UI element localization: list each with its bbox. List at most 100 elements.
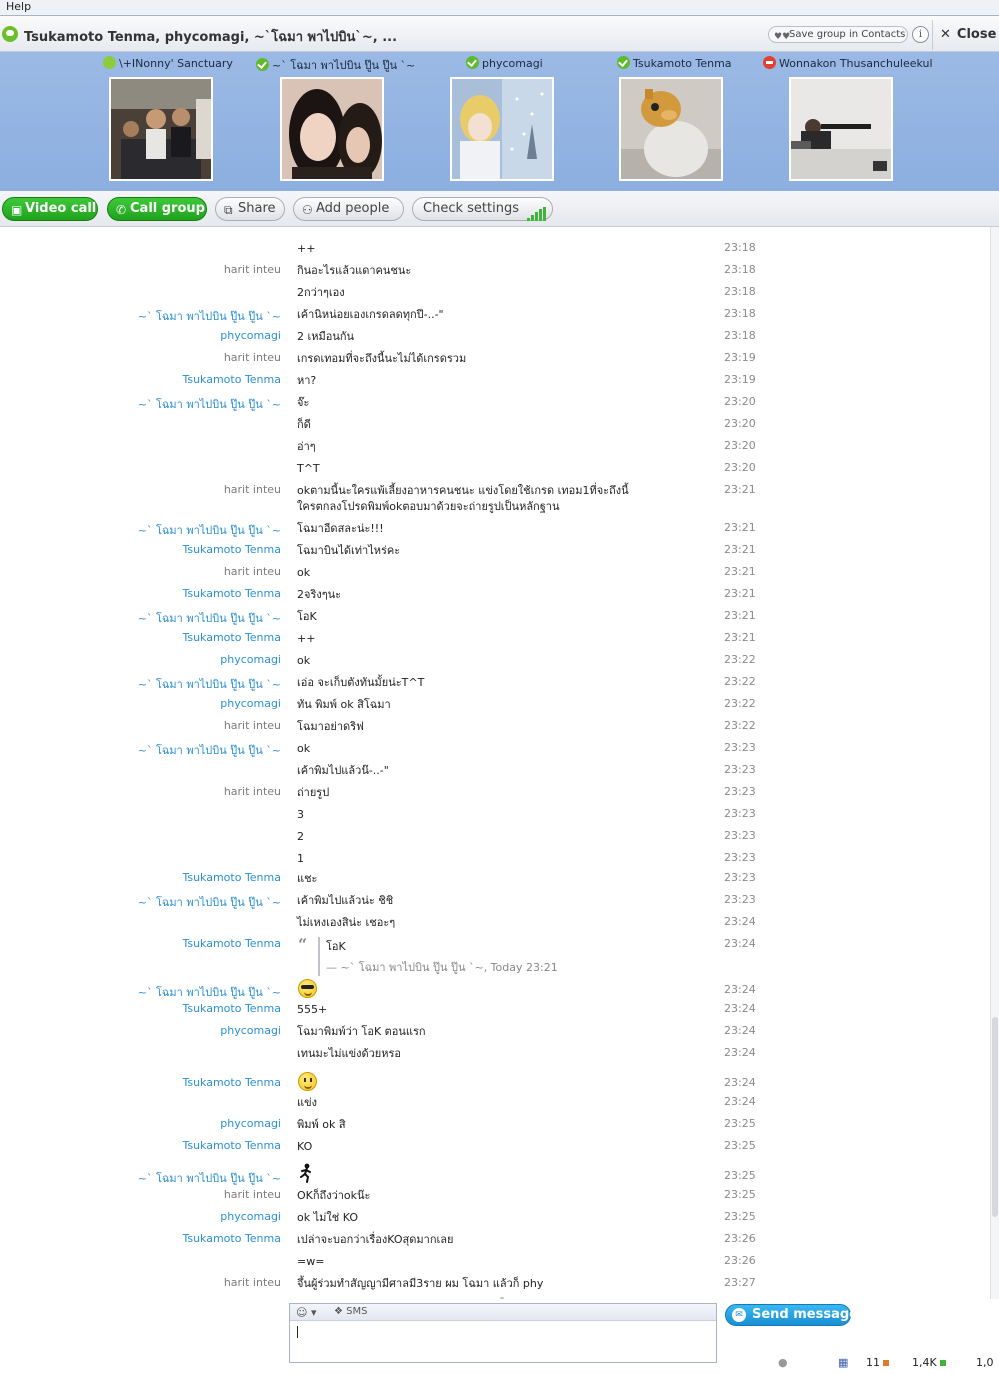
chat-message[interactable]: phycomagi ok 23:22 <box>0 653 990 675</box>
message-sender[interactable]: harit inteu <box>224 263 281 276</box>
chat-message[interactable]: Tsukamoto Tenma “ โอK — ~` โฉมา พาไปบิน ปู๊… <box>0 935 990 976</box>
message-sender[interactable]: phycomagi <box>220 1210 281 1223</box>
chat-message[interactable]: phycomagi 2 เหมือนกัน 23:18 <box>0 329 990 351</box>
chat-message[interactable]: ~` โฉมา พาไปบิน ปู๊น ปู๊น `~ โอK 23:21 <box>0 609 990 631</box>
message-sender[interactable]: harit inteu <box>224 785 281 798</box>
chat-message[interactable]: harit inteu ถ่ายรูป 23:23 <box>0 785 990 807</box>
message-sender[interactable]: harit inteu <box>224 565 281 578</box>
save-group-button[interactable]: ♥♥ Save group in Contacts <box>768 26 908 43</box>
chat-message[interactable]: Tsukamoto Tenma โฉมาบินได้เท่าไหร่คะ 23:21 <box>0 543 990 565</box>
participant-tsukamoto[interactable]: Tsukamoto Tenma <box>617 52 747 191</box>
check-settings-button[interactable]: Check settings <box>412 197 553 221</box>
participant-wonnakon[interactable]: Wonnakon Thusanchuleekul <box>763 52 933 191</box>
message-sender[interactable]: Tsukamoto Tenma <box>182 1232 281 1245</box>
participant-choma[interactable]: ~` โฉมา พาไปบิน ปู๊น ปู๊น `~ <box>256 52 426 191</box>
message-sender[interactable]: Tsukamoto Tenma <box>182 543 281 556</box>
message-sender[interactable]: harit inteu <box>224 1276 281 1289</box>
chat-message[interactable]: harit inteu OKก็ถึงว่าokน๊ะ 23:25 <box>0 1188 990 1210</box>
chat-message[interactable]: harit inteu โฉมาอย่าดริฟ 23:22 <box>0 719 990 741</box>
chat-message[interactable]: Tsukamoto Tenma 2จริงๆนะ 23:21 <box>0 587 990 609</box>
chat-message[interactable]: ~` โฉมา พาไปบิน ปู๊น ปู๊น `~ เค้าพิมไปแล้… <box>0 893 990 915</box>
share-button[interactable]: ⧉ Share <box>215 197 285 221</box>
message-sender[interactable]: harit inteu <box>224 719 281 732</box>
message-sender[interactable]: ~` โฉมา พาไปบิน ปู๊น ปู๊น `~ <box>138 675 281 693</box>
message-sender[interactable]: phycomagi <box>220 329 281 342</box>
message-sender[interactable]: Tsukamoto Tenma <box>182 1076 281 1089</box>
quoted-message[interactable]: โอK — ~` โฉมา พาไปบิน ปู๊น ปู๊น `~, Today… <box>318 937 558 976</box>
chat-message[interactable]: Tsukamoto Tenma หา? 23:19 <box>0 373 990 395</box>
chat-message[interactable]: ++ 23:18 <box>0 241 990 263</box>
chat-message[interactable]: แข่ง 23:24 <box>0 1095 990 1117</box>
message-sender[interactable]: ~` โฉมา พาไปบิน ปู๊น ปู๊น `~ <box>138 741 281 759</box>
message-sender[interactable]: ~` โฉมา พาไปบิน ปู๊น ปู๊น `~ <box>138 395 281 413</box>
chat-message[interactable]: ~` โฉมา พาไปบิน ปู๊น ปู๊น `~ จ๊ะ 23:20 <box>0 395 990 417</box>
close-button[interactable]: ✕ Close <box>940 27 996 42</box>
chat-message[interactable]: ~` โฉมา พาไปบิน ปู๊น ปู๊น `~ ok 23:23 <box>0 741 990 763</box>
extra-count[interactable]: 1,0 <box>976 1356 994 1369</box>
chat-message[interactable]: ก็ดี 23:20 <box>0 417 990 439</box>
message-sender[interactable]: phycomagi <box>220 1024 281 1037</box>
avatar[interactable] <box>619 77 723 181</box>
chat-message[interactable]: เทนมะไม่แข่งด้วยหรอ 23:24 <box>0 1046 990 1068</box>
message-sender[interactable]: ~` โฉมา พาไปบิน ปู๊น ปู๊น `~ <box>138 609 281 627</box>
message-sender[interactable]: ~` โฉมา พาไปบิน ปู๊น ปู๊น `~ <box>138 1169 281 1187</box>
chat-history[interactable]: ++ 23:18 harit inteu กินอะไรแล้วแดาคนชนะ 23:… <box>0 227 990 1299</box>
avatar[interactable] <box>450 77 554 181</box>
message-sender[interactable]: phycomagi <box>220 1117 281 1130</box>
chat-message[interactable]: 3 23:23 <box>0 807 990 829</box>
chat-message[interactable]: =w= 23:26 <box>0 1254 990 1276</box>
chat-message[interactable]: Tsukamoto Tenma แชะ 23:23 <box>0 871 990 893</box>
video-call-button[interactable]: ▣ Video call <box>2 197 98 221</box>
message-sender[interactable]: Tsukamoto Tenma <box>182 373 281 386</box>
chat-message[interactable]: harit inteu กินอะไรแล้วแดาคนชนะ 23:18 <box>0 263 990 285</box>
message-sender[interactable]: Tsukamoto Tenma <box>182 1002 281 1015</box>
avatar[interactable] <box>109 77 213 181</box>
chat-message[interactable]: Tsukamoto Tenma KO 23:25 <box>0 1139 990 1161</box>
chat-message[interactable]: harit inteu ok 23:21 <box>0 565 990 587</box>
chat-message[interactable]: harit inteu จึ้นผู้ร่วมทำสัญญามีศาลมี3ราย… <box>0 1276 990 1298</box>
message-sender[interactable]: ~` โฉมา พาไปบิน ปู๊น ปู๊น `~ <box>138 521 281 539</box>
chat-message[interactable]: Tsukamoto Tenma 555+ 23:24 <box>0 1002 990 1024</box>
avatar[interactable] <box>280 77 384 181</box>
chat-message[interactable]: 1 23:23 <box>0 851 990 873</box>
chat-message[interactable]: ~` โฉมา พาไปบิน ปู๊น ปู๊น `~ เอ่อ จะเก็บต… <box>0 675 990 697</box>
message-sender[interactable]: ~` โฉมา พาไปบิน ปู๊น ปู๊น `~ <box>138 307 281 325</box>
chat-scrollbar[interactable] <box>990 227 999 1299</box>
chat-message[interactable]: harit inteu เกรดเทอมที่จะถึงนี้นะไม่ได้เก… <box>0 351 990 373</box>
message-sender[interactable]: ~` โฉมา พาไปบิน ปู๊น ปู๊น `~ <box>138 893 281 911</box>
chat-message[interactable]: phycomagi โฉมาพิมพ์ว่า โอK ตอนแรก 23:24 <box>0 1024 990 1046</box>
contacts-count[interactable]: 11 <box>866 1356 889 1369</box>
online-count[interactable]: 1,4K <box>912 1356 946 1369</box>
chat-message[interactable]: Tsukamoto Tenma ++ 23:21 <box>0 631 990 653</box>
participant-nonny[interactable]: \+INonny' Sanctuary <box>103 52 233 191</box>
add-people-button[interactable]: ⚇ Add people <box>293 197 404 221</box>
chat-message[interactable]: T^T 23:20 <box>0 461 990 483</box>
message-sender[interactable]: phycomagi <box>220 697 281 710</box>
chat-message[interactable]: harit inteu okตามนี้นะใครแพ้เลี้ยงอาหารคน… <box>0 483 990 513</box>
chat-message[interactable]: phycomagi ok ไม่ใช่ KO 23:25 <box>0 1210 990 1232</box>
scroll-thumb[interactable] <box>992 1017 998 1217</box>
avatar[interactable] <box>789 77 893 181</box>
message-sender[interactable]: Tsukamoto Tenma <box>182 1139 281 1152</box>
participant-phycomagi[interactable]: phycomagi <box>450 52 586 191</box>
message-sender[interactable]: Tsukamoto Tenma <box>182 871 281 884</box>
message-sender[interactable]: Tsukamoto Tenma <box>182 587 281 600</box>
message-sender[interactable]: harit inteu <box>224 483 281 496</box>
call-group-button[interactable]: ✆ Call group <box>107 197 207 221</box>
chat-message[interactable]: อ่าๆ 23:20 <box>0 439 990 461</box>
chat-message[interactable]: เค้าพิมไปแล้วน๊-..-" 23:23 <box>0 763 990 785</box>
emoticon-picker-icon[interactable]: ☺ ▾ <box>296 1306 317 1319</box>
chat-message[interactable]: phycomagi ทัน พิมพ์ ok สิโฉมา 23:22 <box>0 697 990 719</box>
message-sender[interactable]: Tsukamoto Tenma <box>182 631 281 644</box>
chat-message[interactable]: ~` โฉมา พาไปบิน ปู๊น ปู๊น `~ โฉมาอีดสละน่… <box>0 521 990 543</box>
message-sender[interactable]: Tsukamoto Tenma <box>182 937 281 950</box>
menu-help[interactable]: Help <box>6 0 31 13</box>
chat-message[interactable]: 2 23:23 <box>0 829 990 851</box>
chat-message[interactable]: 2กว่าๆเอง 23:18 <box>0 285 990 307</box>
chat-message[interactable]: phycomagi พิมพ์ ok สิ 23:25 <box>0 1117 990 1139</box>
message-sender[interactable]: ~` โฉมา พาไปบิน ปู๊น ปู๊น `~ <box>138 983 281 1001</box>
message-sender[interactable]: phycomagi <box>220 653 281 666</box>
info-button[interactable]: i <box>912 26 929 43</box>
send-message-button[interactable]: ✉ Send message <box>725 1304 858 1326</box>
sms-button[interactable]: ❖ SMS <box>334 1306 367 1317</box>
